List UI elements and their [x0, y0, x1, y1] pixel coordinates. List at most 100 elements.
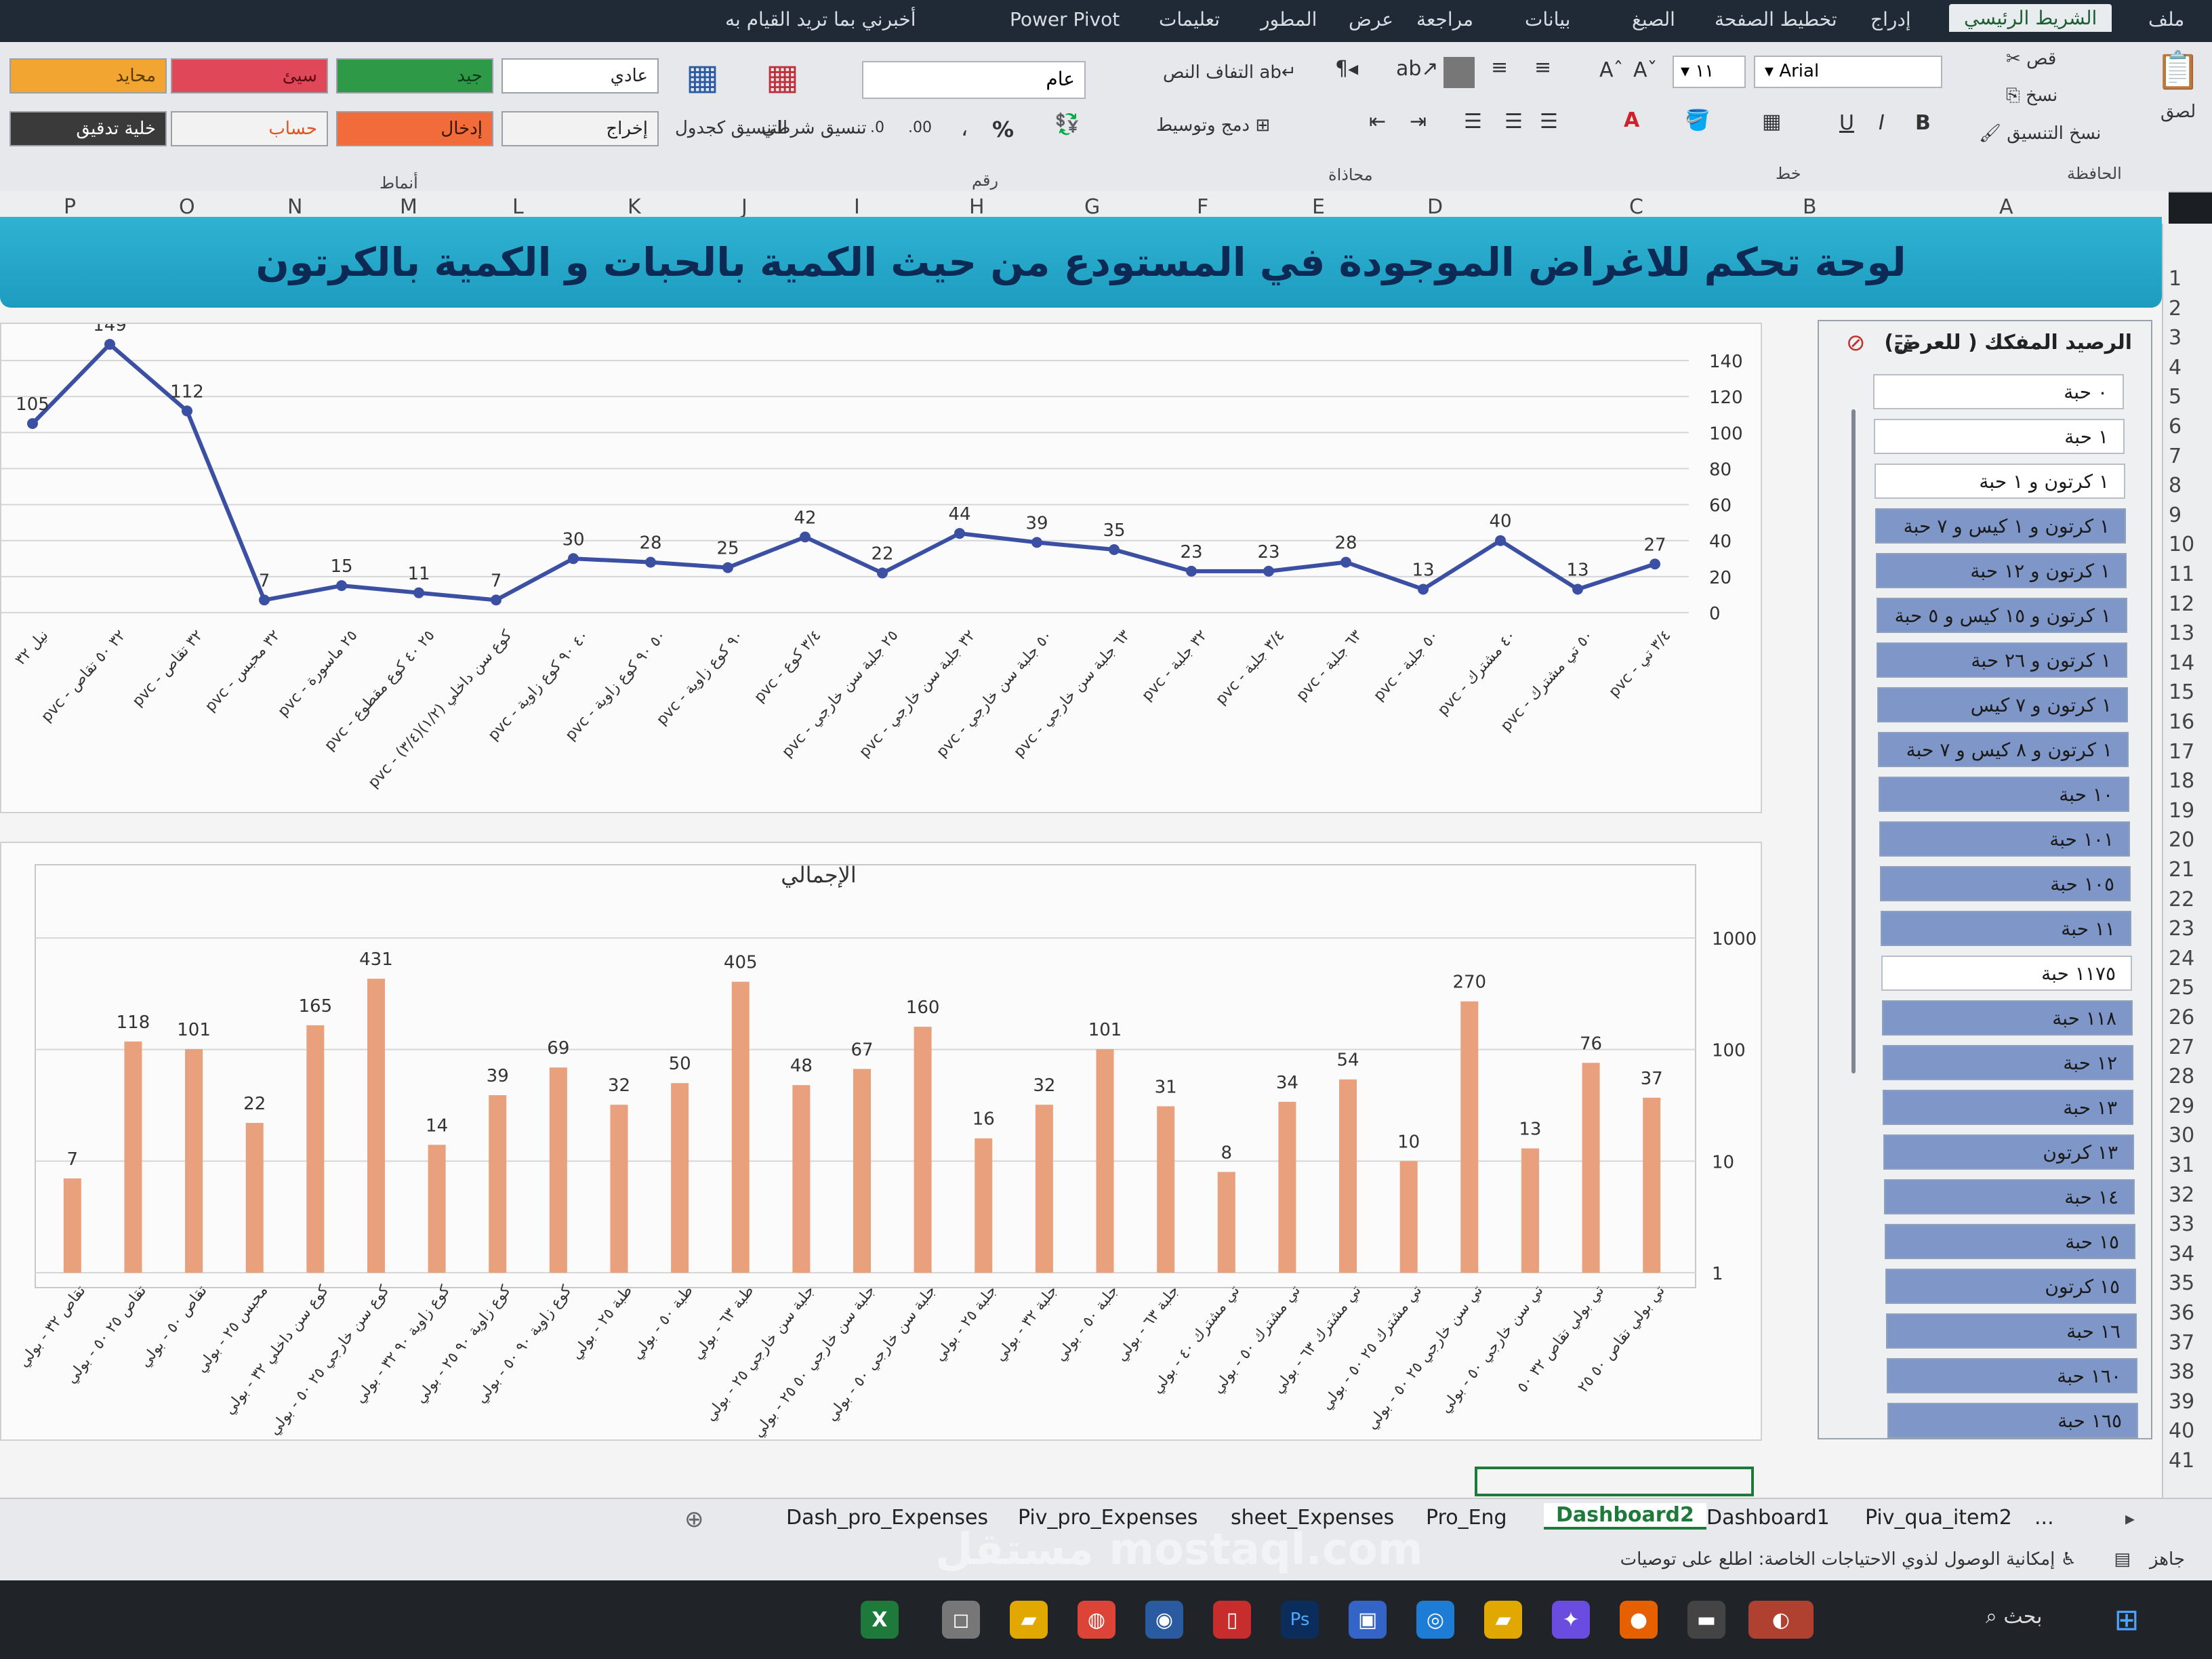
bar[interactable] [489, 1095, 507, 1273]
slicer-item[interactable]: ١٢ حبة [1883, 1045, 2133, 1080]
column-header-H[interactable]: H [969, 195, 985, 219]
row-header-6[interactable]: 6 [2169, 415, 2182, 438]
menu-tab-3[interactable]: تخطيط الصفحة [1715, 8, 1837, 30]
cell-style-0[interactable]: عادي [501, 58, 659, 94]
row-header-38[interactable]: 38 [2169, 1360, 2194, 1384]
menu-tab-5[interactable]: بيانات [1525, 8, 1570, 30]
bar[interactable] [1035, 1105, 1053, 1273]
sheet-tab-4[interactable]: Pro_Eng [1426, 1506, 1507, 1530]
slicer-item[interactable]: ١٣ حبة [1883, 1090, 2133, 1125]
sheet-tab-3[interactable]: Dashboard2 [1544, 1503, 1706, 1530]
column-header-C[interactable]: C [1629, 195, 1643, 219]
bar[interactable] [63, 1178, 81, 1273]
windows-start-icon[interactable]: ⊞ [2108, 1601, 2146, 1639]
row-header-16[interactable]: 16 [2169, 710, 2194, 734]
column-header-O[interactable]: O [179, 195, 195, 219]
row-header-17[interactable]: 17 [2169, 740, 2194, 764]
align-bottom-icon[interactable]: ≡ [1534, 56, 1551, 79]
row-header-13[interactable]: 13 [2169, 621, 2194, 645]
slicer-item[interactable]: ١٣ كرتون [1883, 1134, 2134, 1170]
slicer-item[interactable]: ١ كرتون و ٧ كيس [1877, 687, 2128, 722]
chrome-icon[interactable]: ◍ [1078, 1601, 1115, 1639]
slicer-item[interactable]: ١ حبة [1874, 419, 2125, 454]
sheet-tab-0[interactable]: ... [2034, 1506, 2054, 1530]
column-header-F[interactable]: F [1197, 195, 1208, 219]
bar[interactable] [1157, 1106, 1175, 1273]
column-header-J[interactable]: J [741, 195, 747, 219]
row-header-19[interactable]: 19 [2169, 799, 2194, 823]
line-point[interactable] [104, 339, 115, 350]
bar[interactable] [610, 1105, 628, 1273]
multi-select-icon[interactable]: ☷ [1893, 331, 1914, 358]
row-header-3[interactable]: 3 [2169, 326, 2182, 350]
folder-icon[interactable]: ▰ [1010, 1601, 1048, 1639]
slicer-item[interactable]: ١٥ كرتون [1885, 1269, 2136, 1304]
line-point[interactable] [800, 531, 811, 543]
cell-style-3[interactable]: محايد [9, 58, 167, 94]
slicer[interactable]: الرصيد المفكك ( للعرض) ☷ ⊘ ٠ حبة ١ حبة ١ ك… [1818, 320, 2152, 1439]
line-point[interactable] [491, 594, 501, 606]
row-header-20[interactable]: 20 [2169, 828, 2194, 852]
merge-center-button[interactable]: دمج وتوسيط ⊞ [1156, 115, 1270, 136]
column-header-D[interactable]: D [1427, 195, 1443, 219]
row-header-21[interactable]: 21 [2169, 858, 2194, 882]
bar[interactable] [1096, 1048, 1114, 1273]
font-size-select[interactable]: ▾ ١١ [1673, 56, 1746, 88]
underline-button[interactable]: U [1839, 111, 1854, 135]
slicer-item[interactable]: ١٠ حبة [1879, 777, 2129, 812]
edge-icon[interactable]: ◎ [1416, 1601, 1454, 1639]
slicer-item[interactable]: ١ كرتون و ١٥ كيس و ٥ حبة [1877, 598, 2127, 633]
row-header-37[interactable]: 37 [2169, 1331, 2194, 1355]
bar[interactable] [731, 981, 750, 1273]
conditional-format-icon[interactable]: ▦ [766, 57, 799, 98]
bar-chart-box[interactable]: 1 10 100 1000 الإجمالي 7 تقاص ٣٢ - بولي 118 تقاص… [0, 842, 1762, 1441]
line-point[interactable] [1263, 565, 1274, 577]
format-as-table-button[interactable]: التنسيق كجدول [675, 118, 787, 138]
file-explorer-icon[interactable]: ▰ [1484, 1601, 1522, 1639]
selected-cell[interactable] [1475, 1467, 1754, 1496]
row-header-18[interactable]: 18 [2169, 769, 2194, 793]
line-point[interactable] [27, 418, 38, 429]
row-header-41[interactable]: 41 [2169, 1449, 2194, 1473]
slicer-item[interactable]: ١٠٥ حبة [1880, 866, 2131, 901]
firefox-icon[interactable]: ● [1620, 1601, 1658, 1639]
orientation-icon[interactable]: ab↗ [1396, 57, 1439, 81]
italic-button[interactable]: I [1879, 111, 1885, 135]
slicer-item[interactable]: ١٠١ حبة [1879, 821, 2130, 857]
menu-tab-10[interactable]: Power Pivot [1010, 8, 1120, 30]
row-header-8[interactable]: 8 [2169, 474, 2182, 497]
line-point[interactable] [182, 405, 192, 417]
widgets-icon[interactable]: ◐ [1748, 1601, 1814, 1639]
line-point[interactable] [413, 587, 424, 598]
taskbar-search[interactable]: ⌕ بحث [1986, 1605, 2043, 1629]
currency-icon[interactable]: 💱 [1054, 112, 1080, 136]
slicer-item[interactable]: ١١٨ حبة [1882, 1000, 2133, 1036]
row-header-9[interactable]: 9 [2169, 504, 2182, 527]
slicer-item[interactable]: ١ كرتون و ١٢ حبة [1876, 553, 2127, 588]
menu-tab-7[interactable]: عرض [1349, 8, 1393, 30]
align-top-icon[interactable] [1443, 57, 1475, 88]
align-left-icon[interactable]: ☰ [1464, 110, 1482, 134]
store-icon[interactable]: ▣ [1349, 1601, 1387, 1639]
line-point[interactable] [1186, 565, 1197, 577]
row-header-5[interactable]: 5 [2169, 385, 2182, 409]
column-header-K[interactable]: K [628, 195, 641, 219]
tab-scroll-right-icon[interactable]: ▸ [2125, 1507, 2135, 1530]
accessibility-status[interactable]: إمكانية الوصول لذوي الاحتياجات الخاصة: ا… [1620, 1549, 2076, 1570]
line-point[interactable] [954, 528, 965, 539]
cell-style-5[interactable]: إدخال [336, 111, 493, 146]
wrap-text-button[interactable]: التفاف النص ab↵ [1163, 62, 1296, 83]
copy-button[interactable]: ⎘ نسخ [2006, 85, 2057, 106]
bar[interactable] [549, 1067, 567, 1273]
bar[interactable] [914, 1027, 932, 1273]
bar[interactable] [853, 1069, 871, 1273]
bar[interactable] [428, 1145, 446, 1273]
slicer-item[interactable]: ١ كرتون و ٨ كيس و ٧ حبة [1878, 732, 2129, 767]
row-header-28[interactable]: 28 [2169, 1065, 2194, 1088]
paste-icon[interactable]: 📋 [2155, 49, 2200, 92]
row-header-2[interactable]: 2 [2169, 297, 2182, 321]
bar[interactable] [975, 1138, 993, 1273]
bold-button[interactable]: B [1915, 111, 1931, 135]
bar[interactable] [367, 979, 385, 1273]
column-header-N[interactable]: N [287, 195, 302, 219]
